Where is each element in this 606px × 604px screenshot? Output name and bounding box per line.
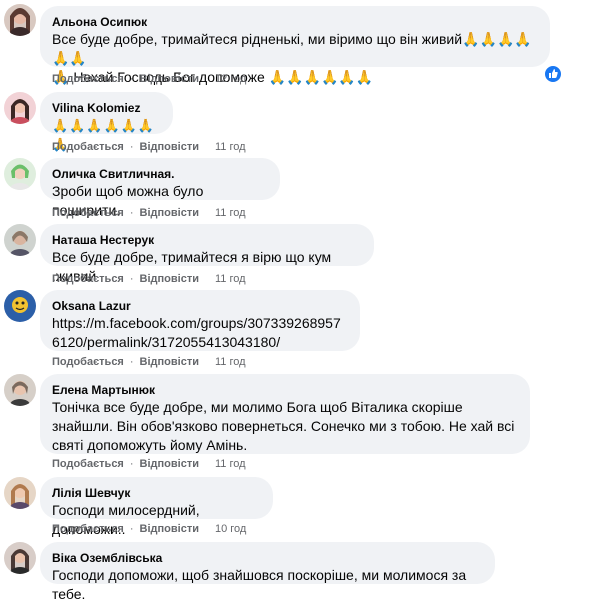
avatar[interactable] (4, 542, 36, 574)
comment-author[interactable]: Альона Осипюк (52, 14, 538, 30)
comment-timestamp[interactable]: 11 год (215, 273, 246, 285)
separator-dot: · (129, 207, 134, 219)
like-link[interactable]: Подобається (52, 141, 124, 153)
comment-author[interactable]: Оличка Свитличная. (52, 166, 268, 182)
comment-bubble: Елена Мартынюк Тонічка все буде добре, м… (40, 374, 530, 454)
avatar-image (4, 477, 36, 509)
comment-bubble: Альона Осипюк Все буде добре, тримайтеся… (40, 6, 550, 85)
avatar[interactable] (4, 4, 36, 36)
avatar-image (4, 374, 36, 406)
avatar[interactable] (4, 290, 36, 322)
comment-author[interactable]: Лілія Шевчук (52, 485, 261, 501)
reply-link[interactable]: Відповісти (140, 523, 199, 535)
comment-timestamp[interactable]: 11 год (215, 207, 246, 219)
avatar-image (4, 92, 36, 124)
avatar[interactable] (4, 224, 36, 256)
like-link[interactable]: Подобається (52, 273, 124, 285)
comment-bubble: Наташа Нестерук Все буде добре, тримайте… (40, 224, 374, 284)
separator-dot: · (129, 458, 134, 470)
comment-bubble: Лілія Шевчук Господи милосердний, допомо… (40, 477, 273, 537)
comment-text-line: Все буде добре, тримайтеся рідненькі, ми… (52, 31, 532, 66)
like-link[interactable]: Подобається (52, 73, 124, 85)
comment-bubble: Оличка Свитличная. Зроби щоб можна було … (40, 158, 280, 218)
separator-dot: · (129, 73, 134, 85)
comment-timestamp[interactable]: 11 год (215, 141, 246, 153)
comment-actions: Подобається · Відповісти 11 год (52, 206, 246, 220)
thumbs-up-icon (549, 69, 558, 78)
separator-dot: · (129, 523, 134, 535)
avatar[interactable] (4, 158, 36, 190)
comment-timestamp[interactable]: 12 год (215, 73, 246, 85)
avatar-image (4, 542, 36, 574)
comment-actions: Подобається · Відповісти 11 год (52, 355, 246, 369)
avatar-image (4, 158, 36, 190)
reply-link[interactable]: Відповісти (140, 458, 199, 470)
comment-actions: Подобається · Відповісти 10 год (52, 522, 246, 536)
comment-actions: Подобається · Відповісти 11 год (52, 457, 246, 471)
comment-actions: Подобається · Відповісти 12 год (52, 72, 246, 86)
like-reaction-badge[interactable] (543, 64, 563, 84)
comment-text: Тонічка все буде добре, ми молимо Бога щ… (52, 399, 515, 453)
avatar-image (4, 290, 36, 322)
comment-actions: Подобається · Відповісти 11 год (52, 140, 246, 154)
avatar-image (4, 4, 36, 36)
reply-link[interactable]: Відповісти (140, 207, 199, 219)
avatar-image (4, 224, 36, 256)
like-link[interactable]: Подобається (52, 356, 124, 368)
separator-dot: · (129, 273, 134, 285)
comment-timestamp[interactable]: 11 год (215, 458, 246, 470)
comment-bubble: Віка Оземблівська Господи допоможи, щоб … (40, 542, 495, 602)
comment-text: Господи допоможи, щоб знайшовся поскоріш… (52, 567, 467, 602)
comment-author[interactable]: Vilina Kolomiez (52, 100, 161, 116)
comment-author[interactable]: Віка Оземблівська (52, 550, 483, 566)
like-link[interactable]: Подобається (52, 207, 124, 219)
comment-timestamp[interactable]: 10 год (215, 523, 246, 535)
comment-timestamp[interactable]: 11 год (215, 356, 246, 368)
reply-link[interactable]: Відповісти (140, 356, 199, 368)
comment-bubble: Vilina Kolomiez 🙏🙏🙏🙏🙏🙏🙏 (40, 92, 173, 152)
separator-dot: · (129, 356, 134, 368)
avatar[interactable] (4, 92, 36, 124)
reply-link[interactable]: Відповісти (140, 73, 199, 85)
comment-text: https://m.facebook.com/groups/3073392689… (52, 314, 348, 352)
comment-author[interactable]: Oksana Lazur (52, 298, 348, 314)
permalink-link[interactable]: https://m.facebook.com/groups/3073392689… (52, 315, 341, 350)
like-link[interactable]: Подобається (52, 523, 124, 535)
reply-link[interactable]: Відповісти (140, 273, 199, 285)
comment-author[interactable]: Наташа Нестерук (52, 232, 362, 248)
like-link[interactable]: Подобається (52, 458, 124, 470)
comment-author[interactable]: Елена Мартынюк (52, 382, 518, 398)
avatar[interactable] (4, 477, 36, 509)
comment-actions: Подобається · Відповісти 11 год (52, 272, 246, 286)
separator-dot: · (129, 141, 134, 153)
avatar[interactable] (4, 374, 36, 406)
comment-bubble: Oksana Lazur https://m.facebook.com/grou… (40, 290, 360, 351)
reply-link[interactable]: Відповісти (140, 141, 199, 153)
